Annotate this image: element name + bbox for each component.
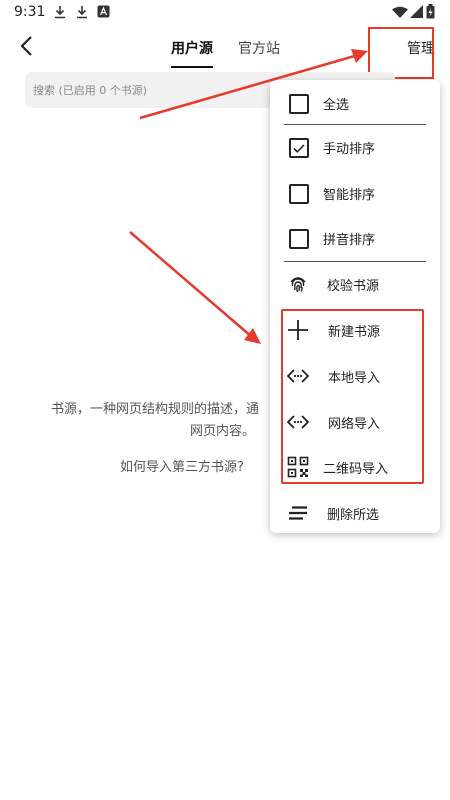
annotation-arrows — [129, 49, 368, 344]
